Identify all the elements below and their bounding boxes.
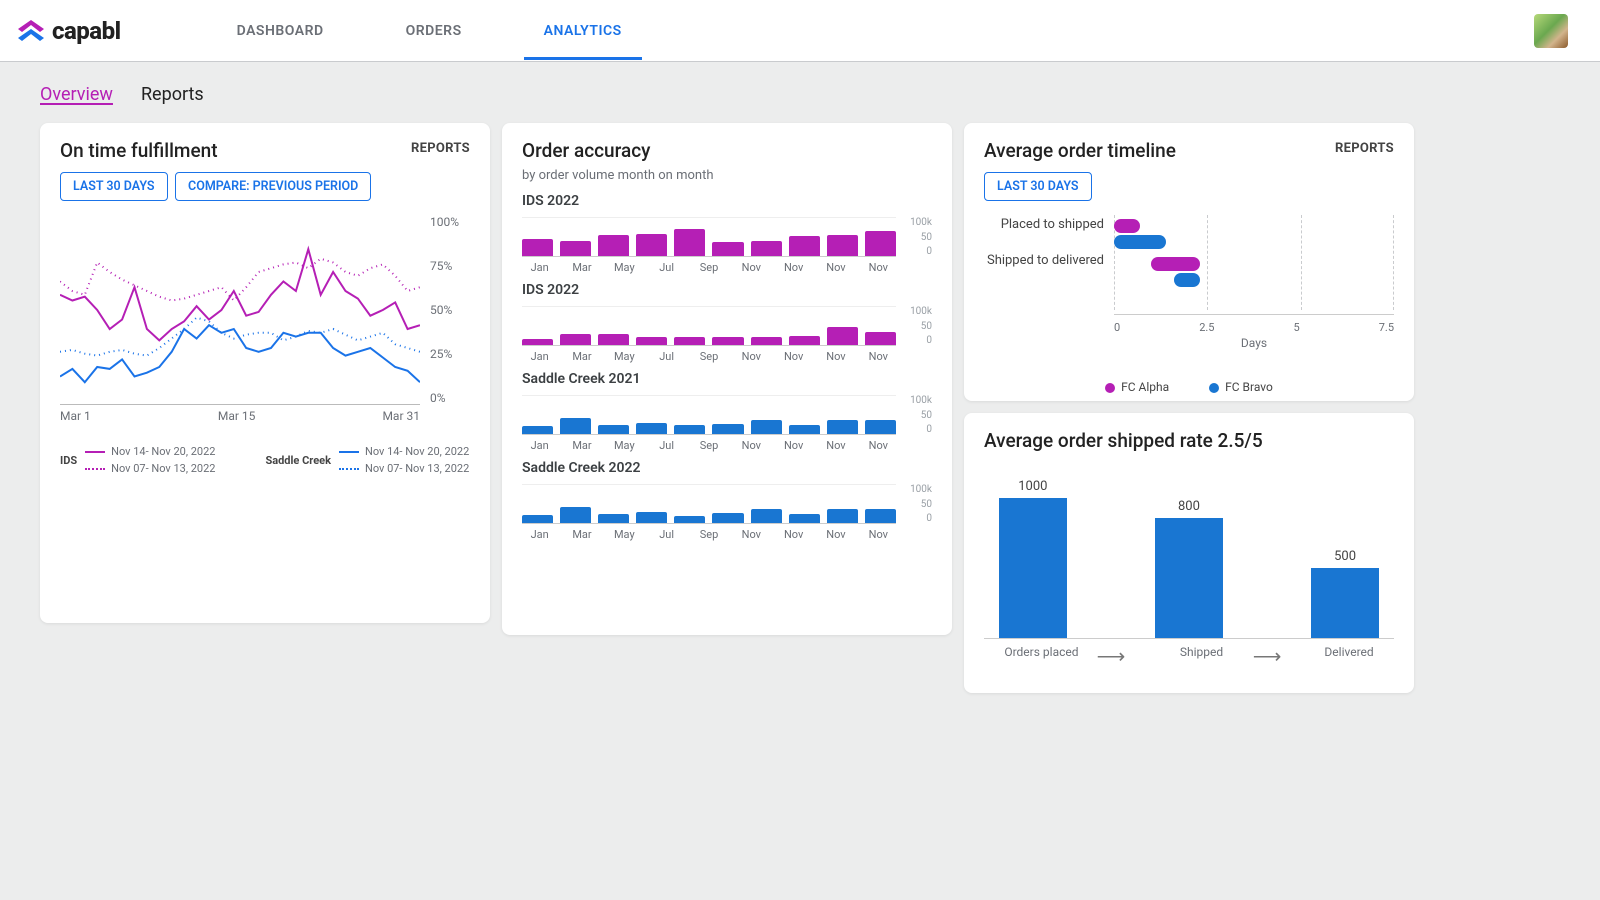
oa-title: Order accuracy — [522, 139, 932, 162]
oa-bars — [522, 217, 896, 257]
funnel-chart: 1000 ⟶ 800 ⟶ 500 — [984, 474, 1394, 639]
timeline-x-tick: 5 — [1294, 321, 1300, 334]
timeline-title: Average order timeline — [984, 139, 1394, 162]
shipped-rate-card: Average order shipped rate 2.5/5 1000 ⟶ … — [964, 413, 1414, 693]
timeline-x-tick: 0 — [1114, 321, 1120, 334]
funnel-label: Shipped — [1180, 645, 1223, 659]
oa-series-title: IDS 2022 — [522, 282, 932, 298]
oa-facet: IDS 2022100k500JanMarMayJulSepNovNovNovN… — [522, 282, 932, 363]
otf-x-tick: Mar 1 — [60, 409, 91, 423]
oa-series-title: IDS 2022 — [522, 193, 932, 209]
otf-x-tick: Mar 15 — [218, 409, 256, 423]
funnel-value: 1000 — [1018, 479, 1047, 494]
legend-fc-alpha: FC Alpha — [1105, 380, 1169, 394]
oa-bars — [522, 484, 896, 524]
oa-subtitle: by order volume month on month — [522, 168, 932, 183]
legend-provider: Saddle Creek — [265, 454, 331, 467]
legend-provider: IDS — [60, 454, 77, 467]
nav-tab-analytics[interactable]: ANALYTICS — [538, 3, 628, 59]
otf-title: On time fulfillment — [60, 139, 470, 162]
timeline-row-label: Shipped to delivered — [984, 251, 1104, 287]
timeline-pill[interactable]: LAST 30 DAYS — [984, 172, 1092, 201]
otf-line-chart: Mar 1 Mar 15 Mar 31 — [60, 215, 420, 405]
otf-y-tick: 75% — [430, 259, 452, 273]
otf-y-tick: 50% — [430, 303, 452, 317]
order-accuracy-card: Order accuracy by order volume month on … — [502, 123, 952, 635]
avatar[interactable] — [1534, 14, 1568, 48]
pill-compare-period[interactable]: COMPARE: PREVIOUS PERIOD — [175, 172, 371, 201]
funnel-value: 500 — [1334, 549, 1356, 564]
oa-bars — [522, 306, 896, 346]
main-tabs: DASHBOARD ORDERS ANALYTICS — [231, 3, 628, 59]
legend-fc-bravo: FC Bravo — [1209, 380, 1273, 394]
oa-series-title: Saddle Creek 2022 — [522, 460, 932, 476]
otf-y-tick: 0% — [430, 391, 446, 405]
otf-y-tick: 100% — [430, 215, 459, 229]
top-nav: capabl DASHBOARD ORDERS ANALYTICS — [0, 0, 1600, 62]
oa-facet: Saddle Creek 2022100k500JanMarMayJulSepN… — [522, 460, 932, 541]
timeline-x-tick: 7.5 — [1379, 321, 1394, 334]
legend-entry: Nov 14- Nov 20, 2022 — [111, 445, 215, 458]
otf-x-tick: Mar 31 — [382, 409, 420, 423]
otf-legend: IDS Nov 14- Nov 20, 2022 Nov 07- Nov 13,… — [60, 445, 470, 475]
brand-logo[interactable]: capabl — [18, 17, 121, 45]
funnel-label: Delivered — [1324, 645, 1373, 659]
subnav-reports[interactable]: Reports — [141, 84, 204, 105]
legend-entry: Nov 14- Nov 20, 2022 — [365, 445, 469, 458]
otf-reports-link[interactable]: REPORTS — [411, 141, 470, 156]
on-time-fulfillment-card: On time fulfillment REPORTS LAST 30 DAYS… — [40, 123, 490, 623]
oa-facet: IDS 2022100k500JanMarMayJulSepNovNovNovN… — [522, 193, 932, 274]
timeline-row-label: Placed to shipped — [984, 215, 1104, 251]
nav-tab-orders[interactable]: ORDERS — [400, 3, 468, 59]
nav-tab-dashboard[interactable]: DASHBOARD — [231, 3, 330, 59]
timeline-plot — [1114, 215, 1394, 315]
funnel-title: Average order shipped rate 2.5/5 — [984, 429, 1394, 452]
funnel-bar — [999, 498, 1067, 638]
subnav-overview[interactable]: Overview — [40, 84, 113, 105]
brand-icon — [18, 20, 44, 42]
avg-timeline-card: Average order timeline REPORTS LAST 30 D… — [964, 123, 1414, 401]
oa-series-title: Saddle Creek 2021 — [522, 371, 932, 387]
funnel-value: 800 — [1178, 499, 1200, 514]
timeline-x-label: Days — [1114, 336, 1394, 350]
funnel-label: Orders placed — [1004, 645, 1078, 659]
timeline-x-tick: 2.5 — [1199, 321, 1214, 334]
pill-last-30-days[interactable]: LAST 30 DAYS — [60, 172, 168, 201]
brand-name: capabl — [52, 17, 121, 45]
legend-entry: Nov 07- Nov 13, 2022 — [365, 462, 469, 475]
timeline-reports-link[interactable]: REPORTS — [1335, 141, 1394, 156]
legend-entry: Nov 07- Nov 13, 2022 — [111, 462, 215, 475]
analytics-subnav: Overview Reports — [0, 62, 1600, 105]
oa-bars — [522, 395, 896, 435]
otf-y-tick: 25% — [430, 347, 452, 361]
funnel-bar — [1155, 518, 1223, 638]
funnel-bar — [1311, 568, 1379, 638]
oa-facet: Saddle Creek 2021100k500JanMarMayJulSepN… — [522, 371, 932, 452]
